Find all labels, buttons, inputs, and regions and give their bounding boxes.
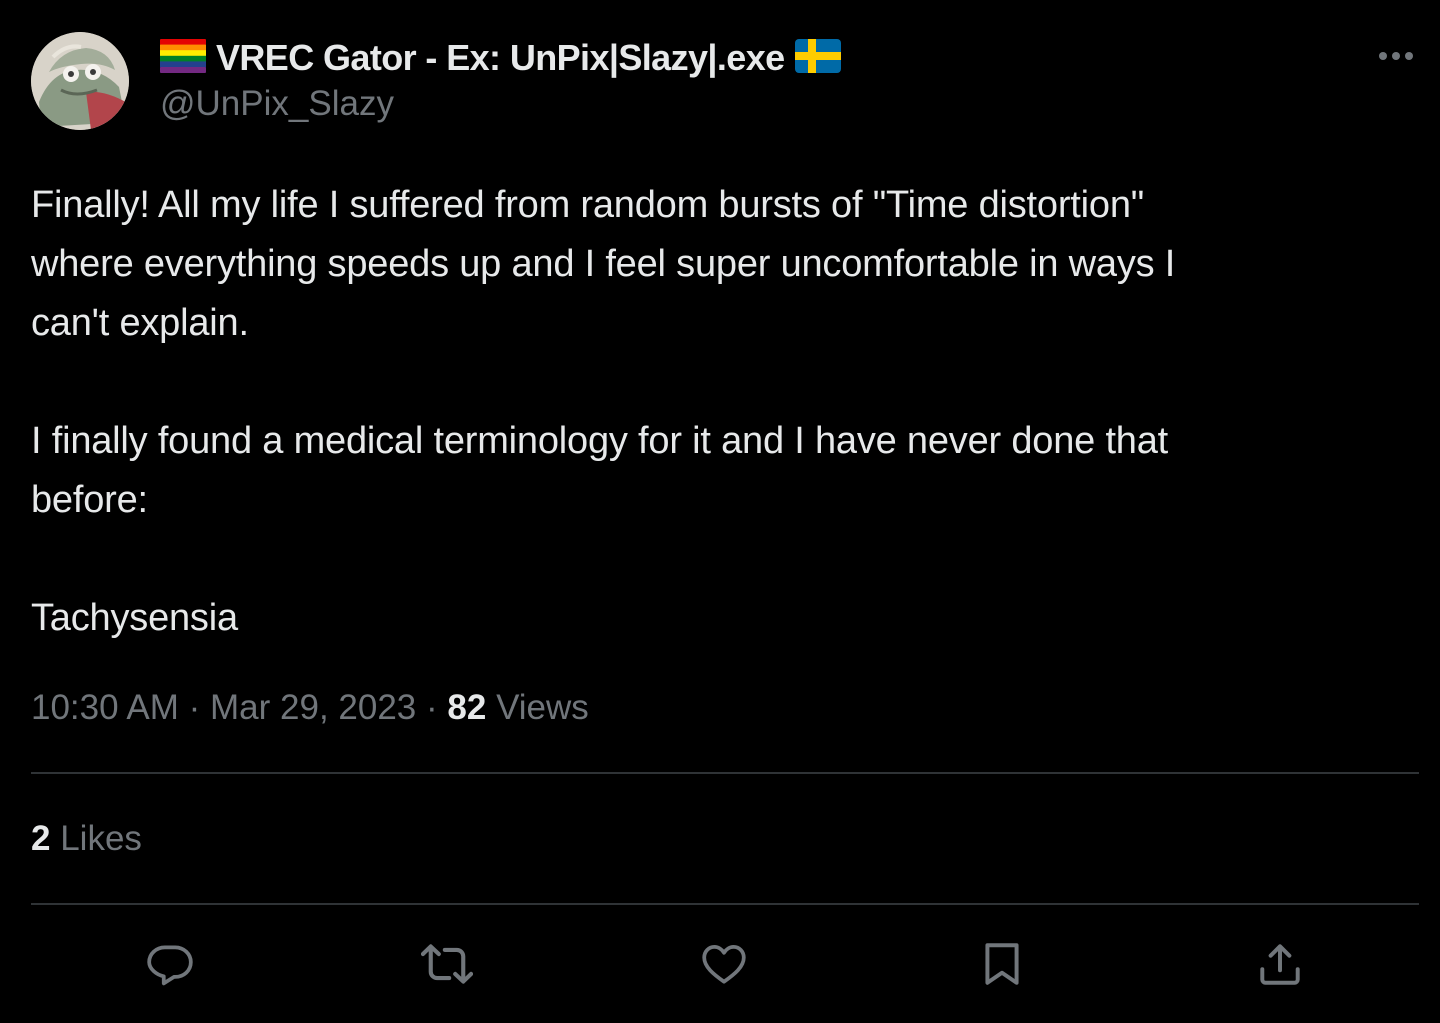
sweden-flag-icon xyxy=(794,38,841,78)
likes-stat[interactable]: 2 Likes xyxy=(31,819,142,859)
author-name-row[interactable]: VREC Gator - Ex: UnPix|Slazy|.exe xyxy=(160,36,841,80)
meta-separator: · xyxy=(188,688,201,727)
author-display-name[interactable]: VREC Gator - Ex: UnPix|Slazy|.exe xyxy=(216,37,785,79)
more-options-icon xyxy=(1379,52,1413,60)
retweet-button[interactable] xyxy=(421,938,473,990)
reply-button[interactable] xyxy=(144,938,196,990)
bookmark-icon xyxy=(985,943,1019,985)
share-icon xyxy=(1260,944,1300,985)
gator-avatar-icon xyxy=(31,32,129,130)
divider xyxy=(31,903,1419,905)
share-button[interactable] xyxy=(1254,938,1306,990)
tweet-line: where everything speeds up and I feel su… xyxy=(31,243,1176,285)
tweet-line: can't explain. xyxy=(31,302,249,344)
author-handle[interactable]: @UnPix_Slazy xyxy=(160,84,394,124)
like-icon xyxy=(702,945,746,984)
tweet-text: Finally! All my life I suffered from ran… xyxy=(31,176,1391,648)
tweet-line: before: xyxy=(31,479,148,521)
reply-icon xyxy=(147,945,193,986)
tweet-date[interactable]: Mar 29, 2023 xyxy=(210,688,416,727)
tweet-time[interactable]: 10:30 AM xyxy=(31,688,179,727)
meta-separator: · xyxy=(426,688,438,727)
retweet-icon xyxy=(421,944,473,984)
views-label: Views xyxy=(496,688,589,727)
tweet-line: I finally found a medical terminology fo… xyxy=(31,420,1169,462)
rainbow-flag-icon xyxy=(160,38,206,78)
tweet-meta: 10:30 AM · Mar 29, 2023 · 82 Views xyxy=(31,688,589,728)
views-count: 82 xyxy=(447,688,487,727)
tweet-detail: VREC Gator - Ex: UnPix|Slazy|.exe @UnPix… xyxy=(0,0,1440,1023)
like-button[interactable] xyxy=(698,938,750,990)
likes-label: Likes xyxy=(60,819,142,858)
bookmark-button[interactable] xyxy=(976,938,1028,990)
tweet-line: Tachysensia xyxy=(31,597,238,639)
avatar[interactable] xyxy=(31,32,129,130)
divider xyxy=(31,772,1419,774)
tweet-line: Finally! All my life I suffered from ran… xyxy=(31,184,1145,226)
likes-count: 2 xyxy=(31,819,51,858)
more-options-button[interactable] xyxy=(1374,44,1418,68)
